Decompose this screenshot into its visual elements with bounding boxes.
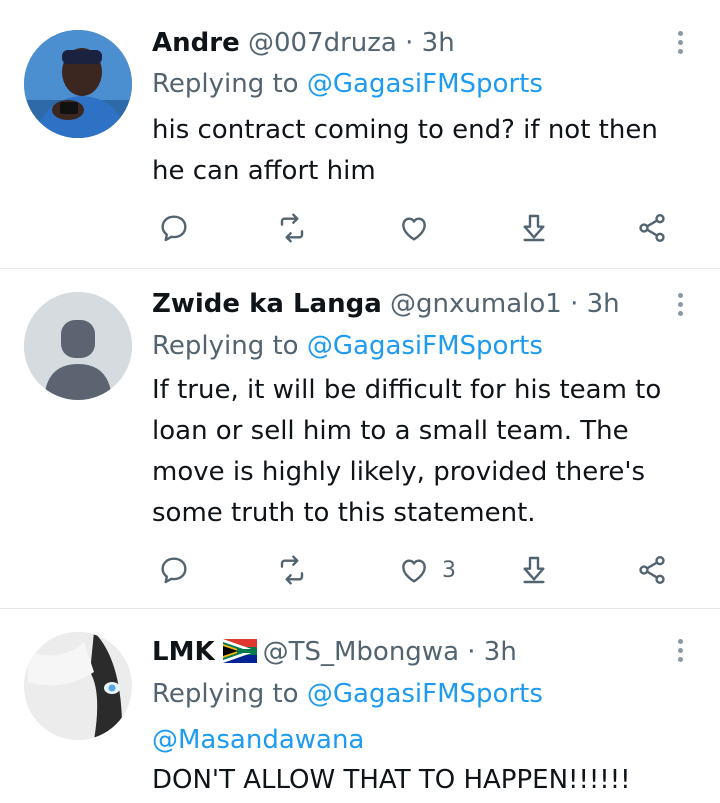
- share-icon: [639, 556, 665, 584]
- tweet-header: Andre @007druza · 3h: [152, 27, 455, 59]
- display-name[interactable]: Andre: [152, 28, 240, 58]
- reply-icon: [161, 557, 187, 584]
- bookmark-icon: [523, 214, 545, 242]
- south-africa-flag-icon: [222, 638, 257, 663]
- username[interactable]: @TS_Mbongwa: [263, 637, 459, 667]
- replying-to: Replying to @GagasiFMSports: [152, 678, 543, 710]
- tweet-andre[interactable]: Andre @007druza · 3h Replying to @Gagasi…: [0, 0, 720, 269]
- tweet-actions: [152, 208, 692, 248]
- retweet-button[interactable]: [276, 550, 308, 590]
- retweet-icon: [280, 555, 304, 585]
- more-icon[interactable]: [668, 24, 692, 60]
- replying-label: Replying to: [152, 331, 299, 361]
- reply-mention-link[interactable]: @GagasiFMSports: [307, 679, 543, 709]
- reply-icon: [161, 215, 187, 242]
- timestamp[interactable]: · 3h: [467, 637, 517, 667]
- replying-to: Replying to @GagasiFMSports: [152, 330, 543, 362]
- like-icon: [402, 559, 426, 583]
- username[interactable]: @gnxumalo1: [390, 289, 562, 319]
- tweet-actions: 3: [152, 550, 692, 590]
- tweet-lmk[interactable]: LMK @TS_Mbongwa · 3h Replying to @GagasiF…: [0, 608, 720, 803]
- like-button[interactable]: [398, 208, 430, 248]
- tweet-text: If true, it will be difficult for his te…: [152, 375, 662, 528]
- avatar[interactable]: [24, 30, 132, 138]
- retweet-button[interactable]: [276, 208, 308, 248]
- avatar[interactable]: [24, 632, 132, 740]
- display-name[interactable]: Zwide ka Langa: [152, 289, 382, 319]
- share-button[interactable]: [636, 550, 668, 590]
- replying-label: Replying to: [152, 69, 299, 99]
- like-button[interactable]: 3: [398, 550, 456, 590]
- display-name[interactable]: LMK: [152, 637, 215, 667]
- reply-mention-link[interactable]: @GagasiFMSports: [307, 331, 543, 361]
- more-icon[interactable]: [668, 286, 692, 322]
- timestamp[interactable]: · 3h: [405, 28, 455, 58]
- like-icon: [402, 217, 426, 241]
- more-icon[interactable]: [668, 632, 692, 668]
- reply-button[interactable]: [158, 550, 190, 590]
- tweet-text-line: DON'T ALLOW THAT TO HAPPEN!!!!!!: [152, 765, 631, 795]
- bookmark-button[interactable]: [518, 550, 550, 590]
- tweet-header: Zwide ka Langa @gnxumalo1 · 3h: [152, 288, 620, 320]
- tweet-zwide[interactable]: Zwide ka Langa @gnxumalo1 · 3h Replying …: [0, 268, 720, 609]
- reply-mention-link[interactable]: @GagasiFMSports: [307, 69, 543, 99]
- avatar[interactable]: [24, 292, 132, 400]
- replying-label: Replying to: [152, 679, 299, 709]
- mention-link[interactable]: @Masandawana: [152, 720, 697, 760]
- bookmark-button[interactable]: [518, 208, 550, 248]
- share-icon: [639, 214, 665, 242]
- username[interactable]: @007druza: [248, 28, 397, 58]
- like-count: 3: [442, 557, 456, 583]
- retweet-icon: [280, 213, 304, 243]
- tweet-text: @Masandawana DON'T ALLOW THAT TO HAPPEN!…: [152, 720, 697, 800]
- reply-button[interactable]: [158, 208, 190, 248]
- tweet-header: LMK @TS_Mbongwa · 3h: [152, 636, 517, 668]
- replying-to: Replying to @GagasiFMSports: [152, 68, 543, 100]
- timestamp[interactable]: · 3h: [570, 289, 620, 319]
- tweet-text: his contract coming to end? if not then …: [152, 115, 658, 186]
- share-button[interactable]: [636, 208, 668, 248]
- bookmark-icon: [523, 556, 545, 584]
